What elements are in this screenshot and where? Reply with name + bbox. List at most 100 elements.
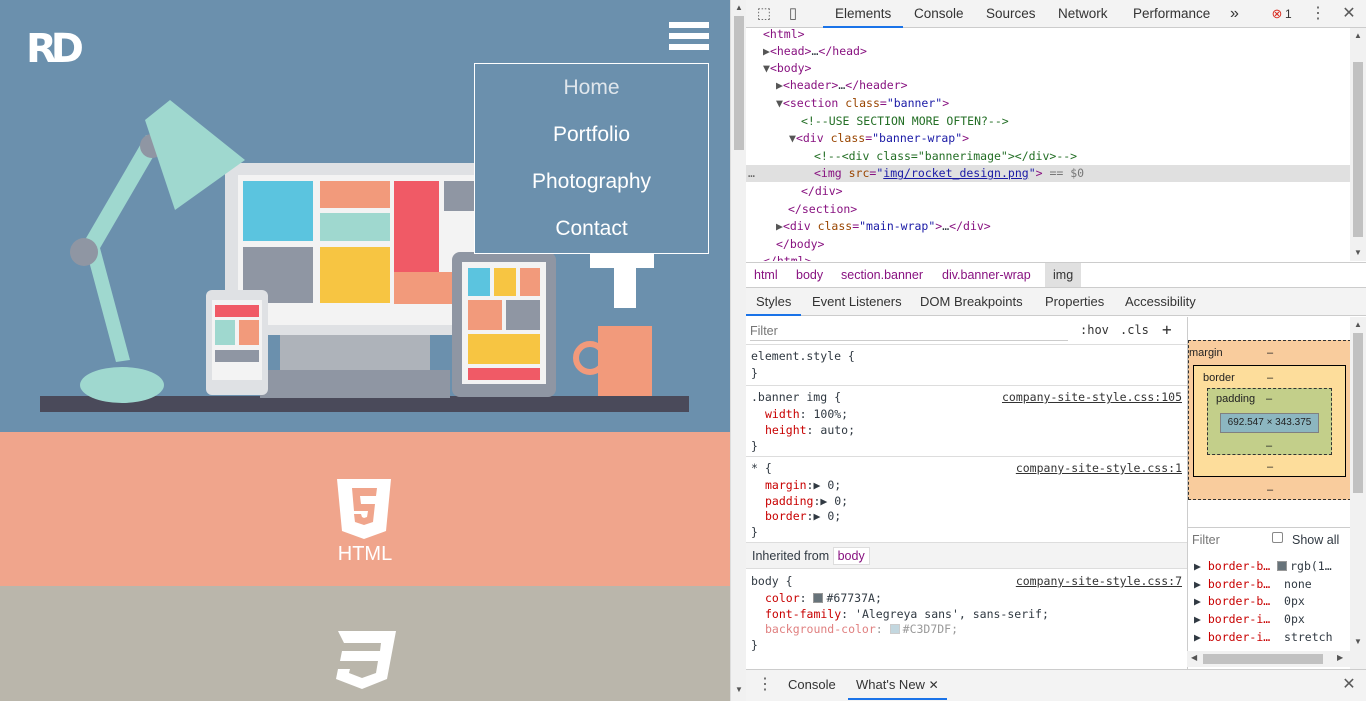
styles-filter-bar: :hov .cls + bbox=[746, 317, 1187, 345]
css3-icon bbox=[336, 631, 396, 689]
inspect-element-icon[interactable]: ⬚ bbox=[755, 5, 773, 23]
box-model-padding-label: padding bbox=[1216, 393, 1256, 405]
hov-toggle[interactable]: :hov bbox=[1080, 323, 1109, 337]
tab-console[interactable]: Console bbox=[914, 0, 964, 28]
crumb-body[interactable]: body bbox=[796, 263, 823, 287]
subtab-accessibility[interactable]: Accessibility bbox=[1125, 288, 1196, 316]
nav-link-contact[interactable]: Contact bbox=[475, 205, 708, 252]
subtab-dom-breakpoints[interactable]: DOM Breakpoints bbox=[920, 288, 1023, 316]
padding-top-value: – bbox=[1266, 393, 1273, 405]
dom-line-html-close: </html> bbox=[763, 254, 812, 261]
universal-source-link[interactable]: company-site-style.css:1 bbox=[1016, 460, 1182, 476]
bg-swatch-icon[interactable] bbox=[889, 624, 900, 634]
elements-tree: … <html> ▶<head>…</head> ▼<body> ▶<heade… bbox=[746, 28, 1350, 261]
inherited-body-link[interactable]: body bbox=[832, 547, 870, 565]
universal-selector[interactable]: * { bbox=[751, 460, 772, 476]
drawer-tab-console[interactable]: Console bbox=[788, 670, 836, 700]
box-model-content[interactable]: 692.547 × 343.375 bbox=[1220, 413, 1319, 433]
universal-close: } bbox=[751, 525, 758, 539]
elements-scrollbar-thumb[interactable] bbox=[1353, 62, 1363, 237]
banner-img-close: } bbox=[751, 439, 758, 453]
dom-line-header: ▶<header>…</header> bbox=[776, 78, 908, 92]
close-tab-icon[interactable]: ✕ bbox=[929, 678, 939, 692]
box-model-padding[interactable]: padding – – 692.547 × 343.375 bbox=[1207, 388, 1332, 455]
dom-line-section-close: </section> bbox=[788, 202, 858, 216]
crumb-section-banner[interactable]: section.banner bbox=[841, 263, 923, 287]
computed-prop-row[interactable]: ▶ border-b… rgb(1… bbox=[1194, 558, 1332, 575]
page-scrollbar[interactable]: ▲ ▼ bbox=[730, 0, 746, 701]
computed-horizontal-thumb[interactable] bbox=[1203, 654, 1323, 664]
inherited-label: Inherited from bbox=[752, 549, 830, 563]
nav-link-photography[interactable]: Photography bbox=[475, 158, 708, 205]
dom-line-body: ▼<body> bbox=[763, 61, 812, 75]
border-top-value: – bbox=[1267, 372, 1274, 384]
crumb-img[interactable]: img bbox=[1045, 263, 1082, 287]
body-source-link[interactable]: company-site-style.css:7 bbox=[1016, 573, 1182, 589]
subtab-properties[interactable]: Properties bbox=[1045, 288, 1104, 316]
computed-scrollbar-thumb[interactable] bbox=[1353, 333, 1363, 493]
computed-filter-input[interactable] bbox=[1192, 533, 1272, 547]
error-count[interactable]: 1 bbox=[1285, 0, 1292, 28]
computed-scrollbar[interactable]: ▲ ▼ bbox=[1350, 317, 1366, 669]
dom-line-banner-wrap: ▼<div class="banner-wrap"> bbox=[789, 131, 970, 145]
crumb-div-banner-wrap[interactable]: div.banner-wrap bbox=[942, 263, 1031, 287]
more-tabs-icon[interactable]: » bbox=[1230, 0, 1239, 28]
box-model-border-label: border bbox=[1203, 372, 1235, 384]
tab-sources[interactable]: Sources bbox=[986, 0, 1036, 28]
dom-line-comment1: <!--USE SECTION MORE OFTEN?--> bbox=[801, 114, 1009, 128]
rule-body: body { company-site-style.css:7 color: #… bbox=[746, 569, 1187, 669]
close-devtools-icon[interactable]: ✕ bbox=[1340, 5, 1358, 23]
styles-filter-input[interactable] bbox=[750, 321, 1068, 341]
tab-performance[interactable]: Performance bbox=[1133, 0, 1210, 28]
dom-line-img[interactable]: <img src="img/rocket_design.png"> == $0 bbox=[814, 165, 1084, 182]
cls-toggle[interactable]: .cls bbox=[1120, 323, 1149, 337]
elements-scrollbar[interactable]: ▲ ▼ bbox=[1350, 28, 1366, 261]
drawer-menu-icon[interactable]: ⋮ bbox=[756, 676, 774, 694]
computed-horizontal-scrollbar[interactable]: ◀ ▶ bbox=[1187, 651, 1350, 667]
dom-line-html: <html> bbox=[763, 28, 805, 41]
css-prop-margin: margin:▶ 0; bbox=[765, 478, 842, 492]
selected-node-ellipsis[interactable]: … bbox=[748, 165, 755, 182]
banner-img-selector[interactable]: .banner img { bbox=[751, 389, 841, 405]
css-prop-font-family: font-family: 'Alegreya sans', sans-serif… bbox=[765, 607, 1049, 621]
tab-elements[interactable]: Elements bbox=[823, 0, 904, 28]
nav-link-portfolio[interactable]: Portfolio bbox=[475, 111, 708, 158]
body-selector[interactable]: body { bbox=[751, 573, 793, 589]
margin-top-value: – bbox=[1267, 347, 1274, 359]
border-bottom-value: – bbox=[1267, 461, 1274, 473]
crumb-html[interactable]: html bbox=[754, 263, 778, 287]
box-model-margin[interactable]: margin – – border – – padding – – 692.54… bbox=[1188, 340, 1350, 500]
color-swatch-icon[interactable] bbox=[813, 593, 824, 603]
banner-img-source-link[interactable]: company-site-style.css:105 bbox=[1002, 389, 1182, 405]
scroll-down-arrow-icon[interactable]: ▼ bbox=[735, 685, 743, 694]
scroll-up-arrow-icon[interactable]: ▲ bbox=[735, 3, 743, 12]
kebab-menu-icon[interactable]: ⋮ bbox=[1309, 5, 1327, 23]
dom-line-comment2: <!--<div class="bannerimage"></div>--> bbox=[814, 149, 1078, 163]
computed-prop-row[interactable]: ▶ border-b… 0px bbox=[1194, 593, 1305, 610]
styles-subtabs: Styles Event Listeners DOM Breakpoints P… bbox=[746, 288, 1366, 316]
close-drawer-icon[interactable]: ✕ bbox=[1340, 676, 1358, 694]
css-prop-background-color-inactive: background-color: #C3D7DF; bbox=[765, 622, 959, 636]
page-scrollbar-thumb[interactable] bbox=[734, 16, 744, 150]
css-prop-border: border:▶ 0; bbox=[765, 509, 842, 523]
element-style-selector[interactable]: element.style { bbox=[751, 348, 855, 364]
error-icon[interactable]: ⊗ bbox=[1268, 5, 1286, 23]
computed-prop-row[interactable]: ▶ border-i… stretch bbox=[1194, 629, 1333, 646]
new-rule-plus-icon[interactable]: + bbox=[1162, 320, 1172, 339]
box-model-border[interactable]: border – – padding – – 692.547 × 343.375 bbox=[1193, 365, 1346, 477]
computed-prop-row[interactable]: ▶ border-b… none bbox=[1194, 576, 1312, 593]
show-all-checkbox[interactable] bbox=[1272, 532, 1283, 543]
subtab-event-listeners[interactable]: Event Listeners bbox=[812, 288, 902, 316]
drawer-tab-whats-new[interactable]: What's New ✕ bbox=[848, 670, 947, 700]
device-toolbar-icon[interactable]: ▯ bbox=[784, 5, 802, 23]
styles-pane: :hov .cls + element.style { } .banner im… bbox=[746, 317, 1187, 669]
body-close: } bbox=[751, 638, 758, 652]
computed-prop-row[interactable]: ▶ border-i… 0px bbox=[1194, 611, 1305, 628]
nav-link-home[interactable]: Home bbox=[475, 64, 708, 111]
subtab-styles[interactable]: Styles bbox=[746, 288, 802, 316]
html-section: HTML bbox=[0, 432, 730, 586]
tab-network[interactable]: Network bbox=[1058, 0, 1108, 28]
devtools-panel: ⬚ ▯ Elements Console Sources Network Per… bbox=[746, 0, 1366, 701]
website-viewport: RD Home Portfolio Photography Contact HT… bbox=[0, 0, 730, 701]
css-prop-color: color: #67737A; bbox=[765, 591, 882, 605]
